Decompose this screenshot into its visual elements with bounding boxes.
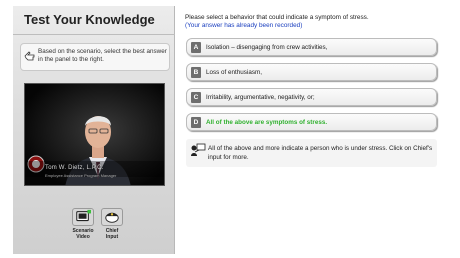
title-divider <box>13 34 175 35</box>
option-text-d: All of the above are symptoms of stress. <box>206 119 328 126</box>
option-letter-a: A <box>191 42 201 53</box>
video-caption-name: Tom W. Dietz, L.P.C. <box>45 165 104 171</box>
option-letter-b: B <box>191 67 201 78</box>
feedback-box: All of the above and more indicate a per… <box>186 139 437 167</box>
question-panel: Please select a behavior that could indi… <box>181 6 450 254</box>
instruction-text: Based on the scenario, select the best a… <box>38 48 167 63</box>
answer-recorded-note: (Your answer has already been recorded) <box>185 22 303 29</box>
answer-option-b[interactable]: B Loss of enthusiasm, <box>186 63 437 81</box>
chief-icon <box>101 208 123 226</box>
app-window: Test Your Knowledge Based on the scenari… <box>13 6 450 254</box>
page-title: Test Your Knowledge <box>24 12 155 27</box>
option-text-b: Loss of enthusiasm, <box>206 69 263 76</box>
chief-feedback-icon <box>191 143 206 156</box>
scenario-video-player[interactable]: Tom W. Dietz, L.P.C. Employee Assistance… <box>24 83 165 186</box>
option-letter-c: C <box>191 92 201 103</box>
pointing-hand-icon <box>24 51 35 61</box>
question-prompt: Please select a behavior that could indi… <box>185 14 369 21</box>
video-icon <box>72 208 94 226</box>
scenario-video-label: Scenario Video <box>72 228 94 240</box>
chief-input-label: Chief Input <box>105 228 119 240</box>
left-panel: Test Your Knowledge Based on the scenari… <box>13 6 175 254</box>
answer-option-c[interactable]: C Irritability, argumentative, negativit… <box>186 88 437 106</box>
chief-input-button[interactable]: Chief Input <box>98 208 126 240</box>
option-text-a: Isolation – disengaging from crew activi… <box>206 44 328 51</box>
scenario-video-button[interactable]: Scenario Video <box>69 208 97 240</box>
answer-option-d[interactable]: D All of the above are symptoms of stres… <box>186 113 437 131</box>
answer-option-a[interactable]: A Isolation – disengaging from crew acti… <box>186 38 437 56</box>
option-letter-d: D <box>191 117 201 128</box>
video-caption-subtitle: Employee Assistance Program Manager <box>45 173 117 178</box>
instruction-box: Based on the scenario, select the best a… <box>20 43 170 71</box>
option-text-c: Irritability, argumentative, negativity,… <box>206 94 315 101</box>
feedback-text: All of the above and more indicate a per… <box>208 145 433 161</box>
